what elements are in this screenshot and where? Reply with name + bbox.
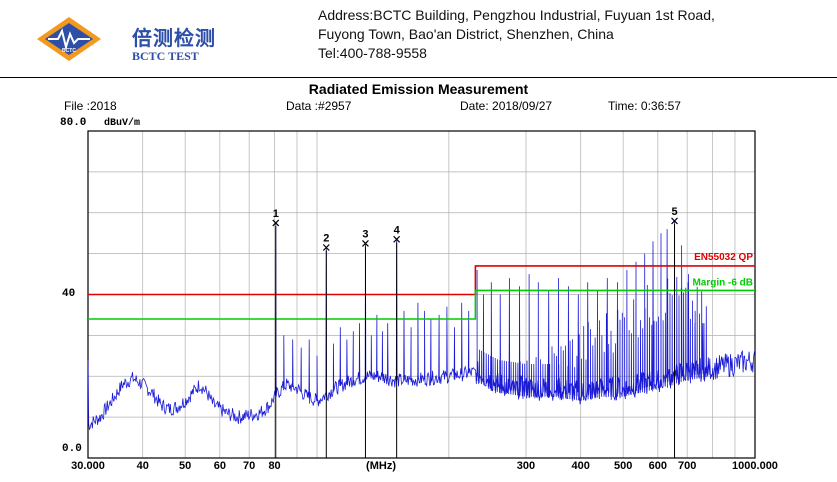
marker-label-2: 2: [323, 232, 329, 244]
x-tick-1000: 1000.000: [732, 460, 778, 472]
x-tick-60: 60: [214, 460, 226, 472]
x-tick-700: 700: [678, 460, 696, 472]
x-tick-50: 50: [179, 460, 191, 472]
marker-label-5: 5: [671, 206, 677, 218]
marker-label-4: 4: [394, 224, 401, 236]
limit-lines: EN55032 QP Margin -6 dB: [88, 252, 755, 320]
emission-trace-line: [87, 220, 756, 430]
emission-chart: EN55032 QP Margin -6 dB 1 2 3 4 5 30.000 40 50 6…: [71, 130, 778, 472]
marker-label-3: 3: [362, 228, 368, 240]
x-tick-40: 40: [137, 460, 149, 472]
x-axis-unit: (MHz): [366, 460, 396, 472]
x-tick-600: 600: [649, 460, 667, 472]
x-axis-labels: 30.000 40 50 60 70 80 300 400 500 600 700 1000.000 (…: [71, 460, 778, 472]
marker-label-1: 1: [273, 208, 279, 220]
x-tick-500: 500: [614, 460, 632, 472]
emission-trace: [87, 220, 756, 430]
x-tick-80: 80: [268, 460, 280, 472]
margin-line-label: Margin -6 dB: [692, 277, 753, 288]
peak-markers: 1 2 3 4 5: [272, 206, 678, 458]
limit-line-label: EN55032 QP: [694, 252, 753, 263]
x-tick-30: 30.000: [71, 460, 105, 472]
x-tick-400: 400: [572, 460, 590, 472]
x-tick-300: 300: [517, 460, 535, 472]
x-tick-70: 70: [243, 460, 255, 472]
